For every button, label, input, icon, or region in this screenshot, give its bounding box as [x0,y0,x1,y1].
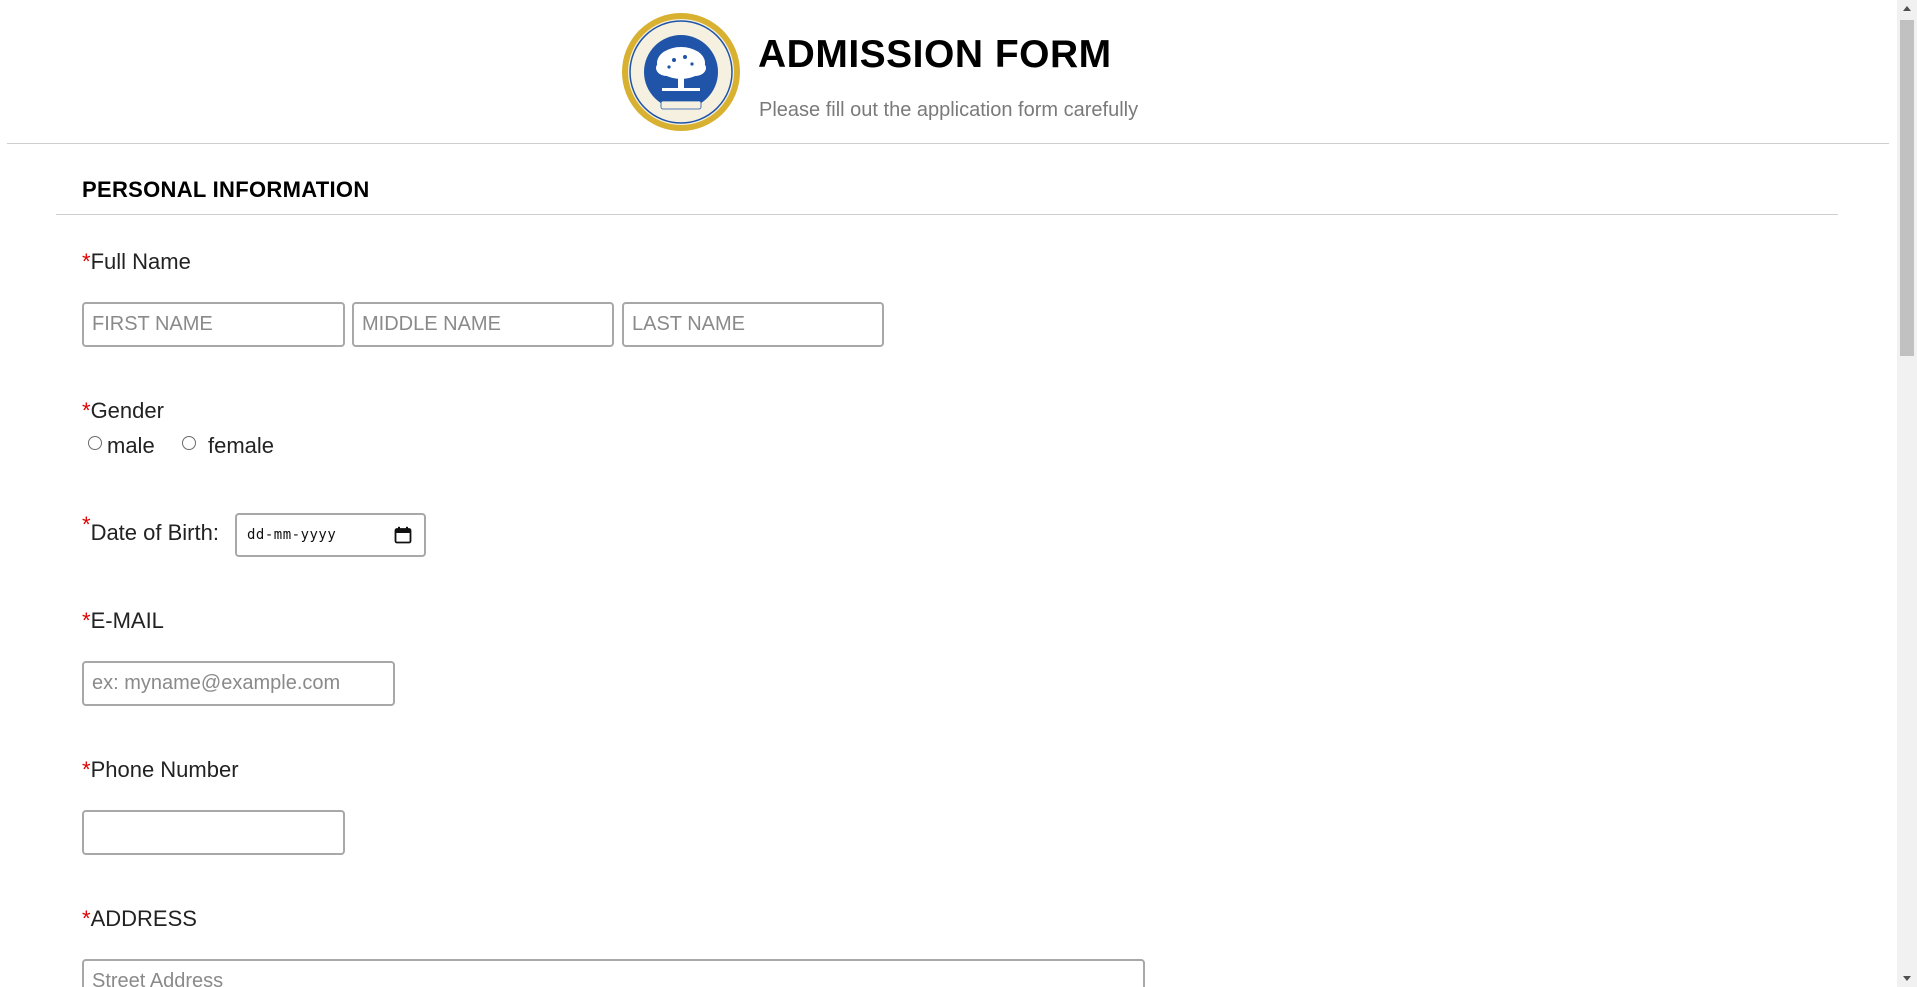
scroll-up-arrow-icon[interactable] [1897,0,1917,17]
dob-date-input[interactable]: dd-mm-yyyy [235,513,426,557]
address-label-text: ADDRESS [90,906,197,931]
email-label-text: E-MAIL [90,608,164,633]
street-address-input[interactable] [82,959,1145,987]
section-title: PERSONAL INFORMATION [82,177,370,202]
page-subtitle: Please fill out the application form car… [759,99,1139,121]
gender-option-male[interactable]: male [88,433,155,459]
full-name-label: *Full Name [82,249,191,275]
gender-label-text: Gender [90,398,164,423]
form-header: ADMISSION FORM Please fill out the appli… [0,0,1897,145]
phone-input[interactable] [82,810,345,855]
page-title: ADMISSION FORM [758,33,1112,76]
phone-label: *Phone Number [82,757,239,783]
required-marker: * [82,757,91,782]
dob-label: *Date of Birth: [82,512,219,546]
male-radio-label[interactable]: male [107,433,155,459]
middle-name-input[interactable] [352,302,614,347]
dob-label-text: Date of Birth: [90,520,219,545]
required-marker: * [82,512,91,537]
required-marker: * [82,249,91,274]
gender-option-female[interactable]: female [182,433,274,459]
dob-placeholder: dd-mm-yyyy [247,527,337,543]
gender-label: *Gender [82,398,164,424]
email-input[interactable] [82,661,395,706]
male-radio[interactable] [88,436,102,450]
scrollbar-thumb[interactable] [1900,20,1914,356]
female-radio-label[interactable]: female [208,433,274,459]
address-label: *ADDRESS [82,906,197,932]
email-label: *E-MAIL [82,608,164,634]
first-name-input[interactable] [82,302,345,347]
institute-seal-logo [622,13,740,131]
required-marker: * [82,608,91,633]
phone-label-text: Phone Number [90,757,239,782]
female-radio[interactable] [182,436,196,450]
last-name-input[interactable] [622,302,884,347]
seal-icon [623,14,739,130]
required-marker: * [82,398,91,423]
scroll-down-arrow-icon[interactable] [1897,970,1917,987]
section-divider [56,214,1838,215]
admission-form-page: ADMISSION FORM Please fill out the appli… [0,0,1897,987]
full-name-label-text: Full Name [90,249,191,274]
header-divider [7,143,1889,144]
page-scrollbar[interactable] [1897,0,1917,987]
required-marker: * [82,906,91,931]
calendar-icon[interactable] [394,526,412,544]
